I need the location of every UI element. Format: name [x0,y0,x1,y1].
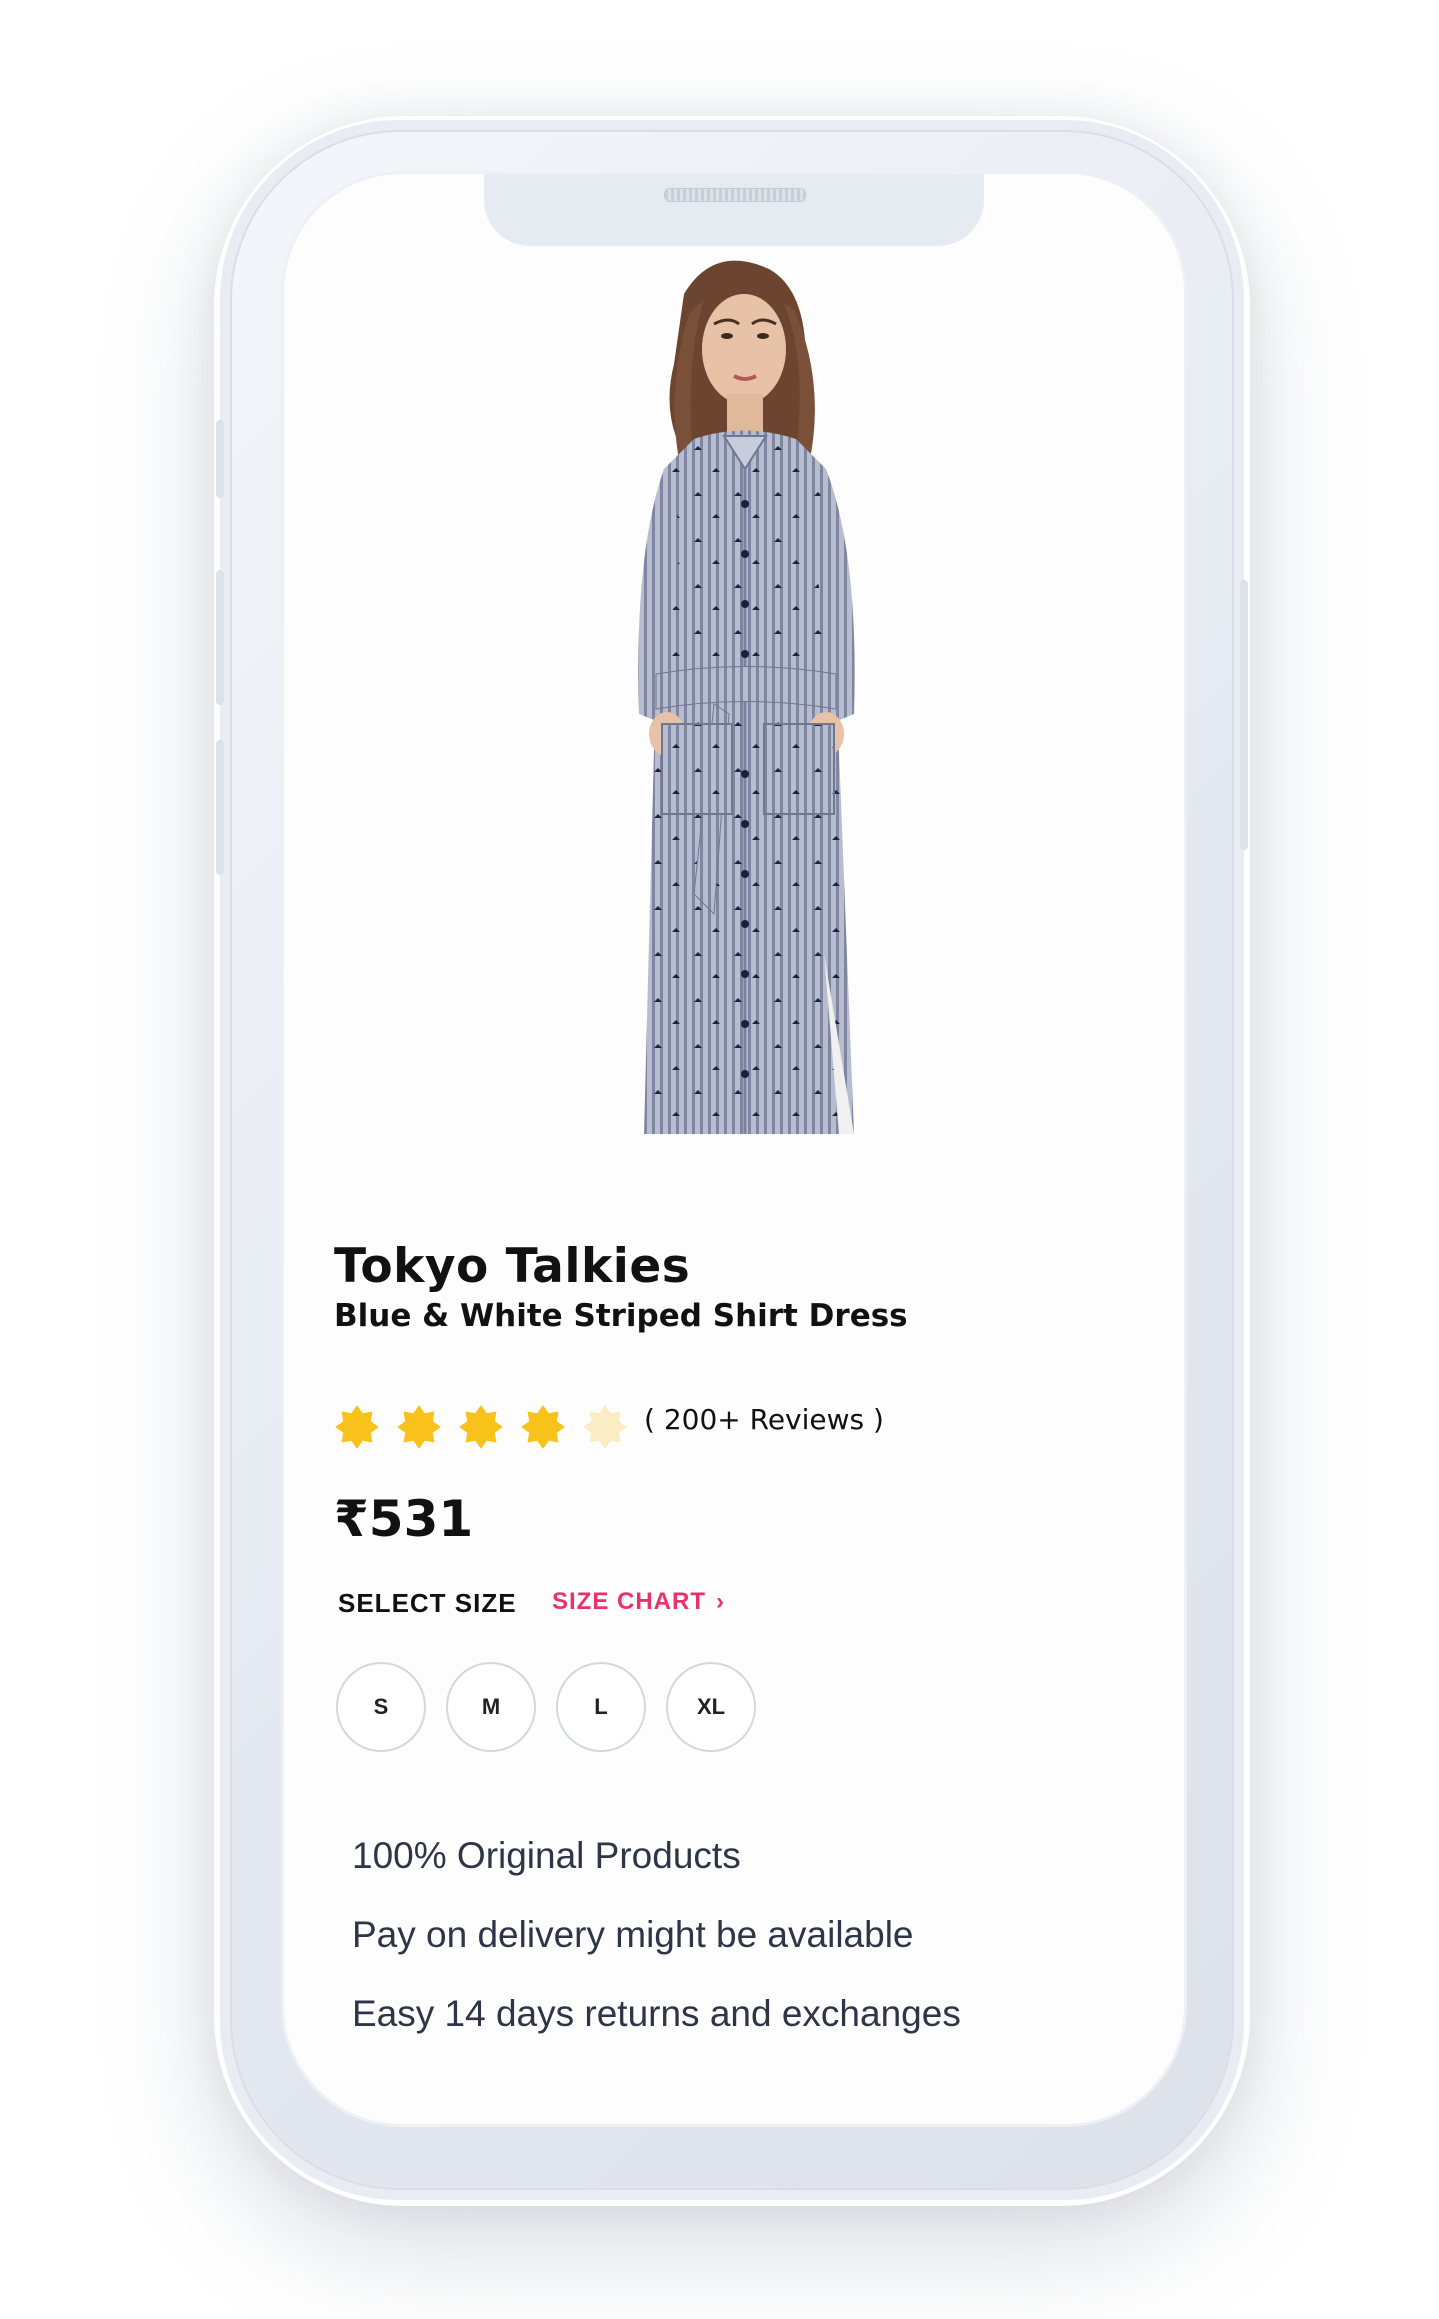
star-filled-icon [335,1405,379,1449]
feature-returns: Easy 14 days returns and exchanges [352,1993,961,2034]
product-price: ₹531 [334,1490,474,1548]
feature-pay-on-delivery: Pay on delivery might be available [352,1914,914,1955]
phone-power-button [1240,580,1248,850]
speaker-grille [664,188,806,202]
chevron-right-icon: › [716,1588,725,1615]
size-option-xl[interactable]: XL [666,1662,756,1752]
phone-silent-switch [216,420,224,498]
phone-screen: Tokyo Talkies Blue & White Striped Shirt… [284,174,1184,2124]
size-chart-link[interactable]: SIZE CHART › [552,1588,725,1616]
phone-notch [484,174,984,246]
phone-volume-up-button [216,570,224,705]
size-option-m[interactable]: M [446,1662,536,1752]
size-chart-label: SIZE CHART [552,1588,706,1615]
reviews-count[interactable]: ( 200+ Reviews ) [644,1403,884,1436]
size-option-l[interactable]: L [556,1662,646,1752]
dress-product-image[interactable] [564,254,924,1154]
product-brand: Tokyo Talkies [334,1239,691,1294]
star-filled-icon [459,1405,503,1449]
feature-original: 100% Original Products [352,1835,741,1876]
phone-volume-down-button [216,740,224,875]
star-filled-icon [397,1405,441,1449]
size-option-s[interactable]: S [336,1662,426,1752]
star-filled-icon [521,1405,565,1449]
star-empty-icon [583,1405,627,1449]
star-rating [334,1404,644,1450]
size-options: S M L XL [336,1662,776,1752]
product-features: 100% Original Products Pay on delivery m… [352,1834,961,2071]
product-name: Blue & White Striped Shirt Dress [334,1298,908,1334]
product-rating: ( 200+ Reviews ) [334,1402,884,1452]
select-size-label: SELECT SIZE [338,1588,517,1618]
